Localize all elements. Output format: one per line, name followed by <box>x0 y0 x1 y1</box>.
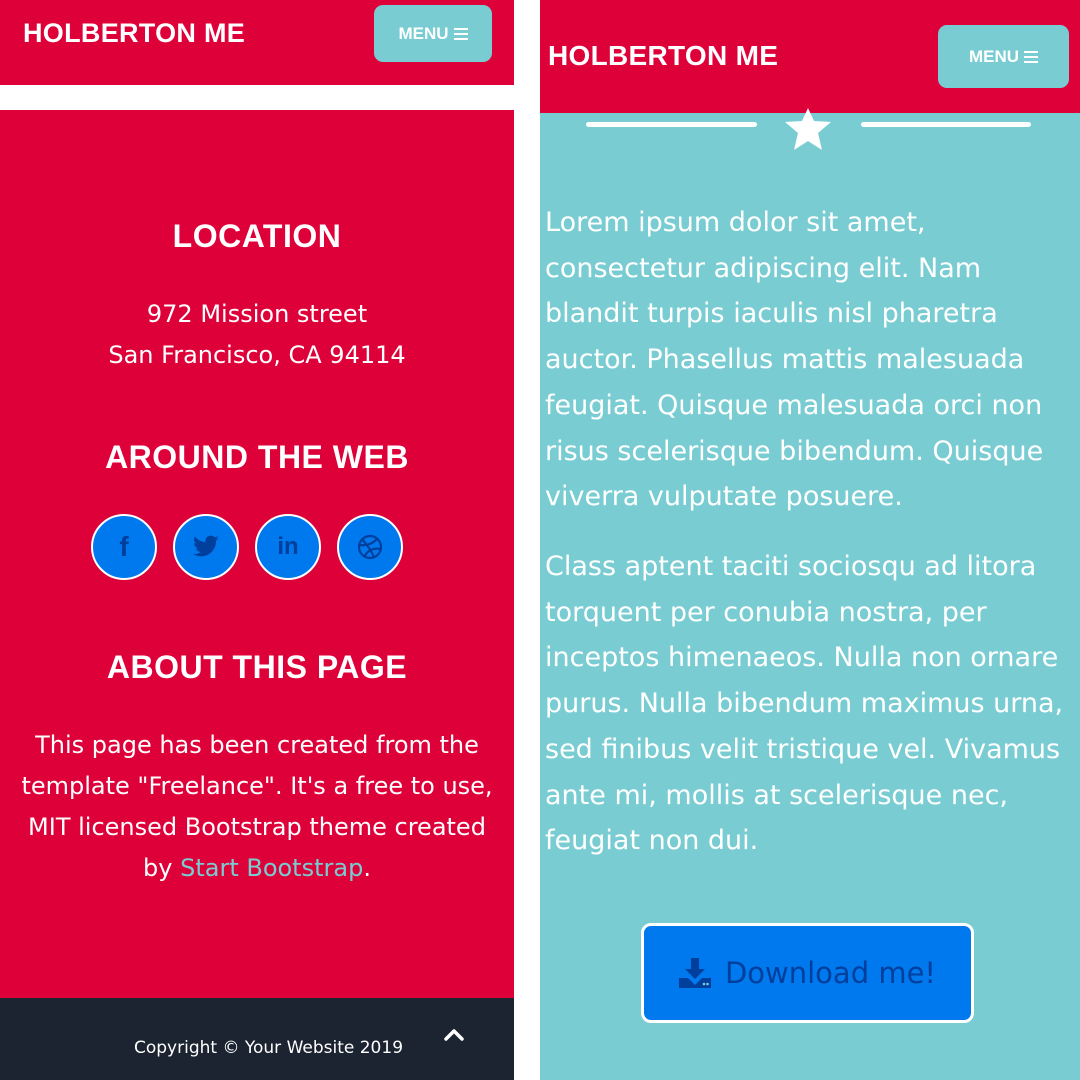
linkedin-button[interactable]: in <box>255 514 321 580</box>
star-icon <box>785 108 831 150</box>
divider-line-left <box>586 122 757 127</box>
navbar: HOLBERTON ME MENU <box>540 0 1080 113</box>
navbar-brand[interactable]: HOLBERTON ME <box>23 18 245 49</box>
hamburger-icon <box>453 25 468 43</box>
twitter-icon <box>193 535 219 557</box>
linkedin-icon: in <box>277 533 299 560</box>
copyright-text: Copyright © Your Website 2019 <box>134 1038 404 1058</box>
address-line-2: San Francisco, CA 94114 <box>108 341 406 369</box>
about-line-2: template "Freelance". It's a free to use… <box>21 772 493 800</box>
about-heading: ABOUT THIS PAGE <box>106 649 408 685</box>
about-paragraph-2: Class aptent taciti sociosqu ad litora t… <box>545 551 1064 857</box>
facebook-button[interactable]: f <box>91 514 157 580</box>
left-phone-view: HOLBERTON ME MENU LOCATION 972 Mission s… <box>0 0 514 1080</box>
twitter-button[interactable] <box>173 514 239 580</box>
social-links: f in <box>91 514 403 580</box>
facebook-icon: f <box>119 531 129 562</box>
divider-line-right <box>861 122 1031 127</box>
right-phone-view: HOLBERTON ME MENU Lorem ipsum dolor sit … <box>540 0 1080 1080</box>
menu-label: MENU <box>968 46 1020 66</box>
footer: LOCATION 972 Mission street San Francisc… <box>0 110 514 998</box>
about-paragraph-1: Lorem ipsum dolor sit amet, consectetur … <box>545 207 1044 513</box>
download-icon <box>678 958 711 988</box>
copyright-bar: Copyright © Your Website 2019 <box>0 998 514 1080</box>
download-label: Download me! <box>724 956 937 990</box>
chevron-up-icon[interactable] <box>440 1020 468 1048</box>
dribbble-button[interactable] <box>337 514 403 580</box>
menu-button[interactable]: MENU <box>938 25 1069 88</box>
about-by-text: by <box>143 854 173 882</box>
navbar: HOLBERTON ME MENU <box>0 0 514 85</box>
around-the-web-heading: AROUND THE WEB <box>105 439 409 475</box>
about-line-1: This page has been created from the <box>35 731 479 759</box>
download-button[interactable]: Download me! <box>641 923 974 1023</box>
about-line-4: by Start Bootstrap. <box>0 848 514 889</box>
menu-button[interactable]: MENU <box>374 5 492 62</box>
menu-label: MENU <box>398 23 449 43</box>
dribbble-icon <box>357 534 383 560</box>
about-period: . <box>363 854 371 882</box>
about-line-3: MIT licensed Bootstrap theme created <box>28 813 486 841</box>
hamburger-icon <box>1024 48 1039 66</box>
location-heading: LOCATION <box>172 218 342 254</box>
address-line-1: 972 Mission street <box>146 300 368 328</box>
start-bootstrap-link[interactable]: Start Bootstrap <box>180 854 363 882</box>
navbar-brand[interactable]: HOLBERTON ME <box>548 40 778 72</box>
